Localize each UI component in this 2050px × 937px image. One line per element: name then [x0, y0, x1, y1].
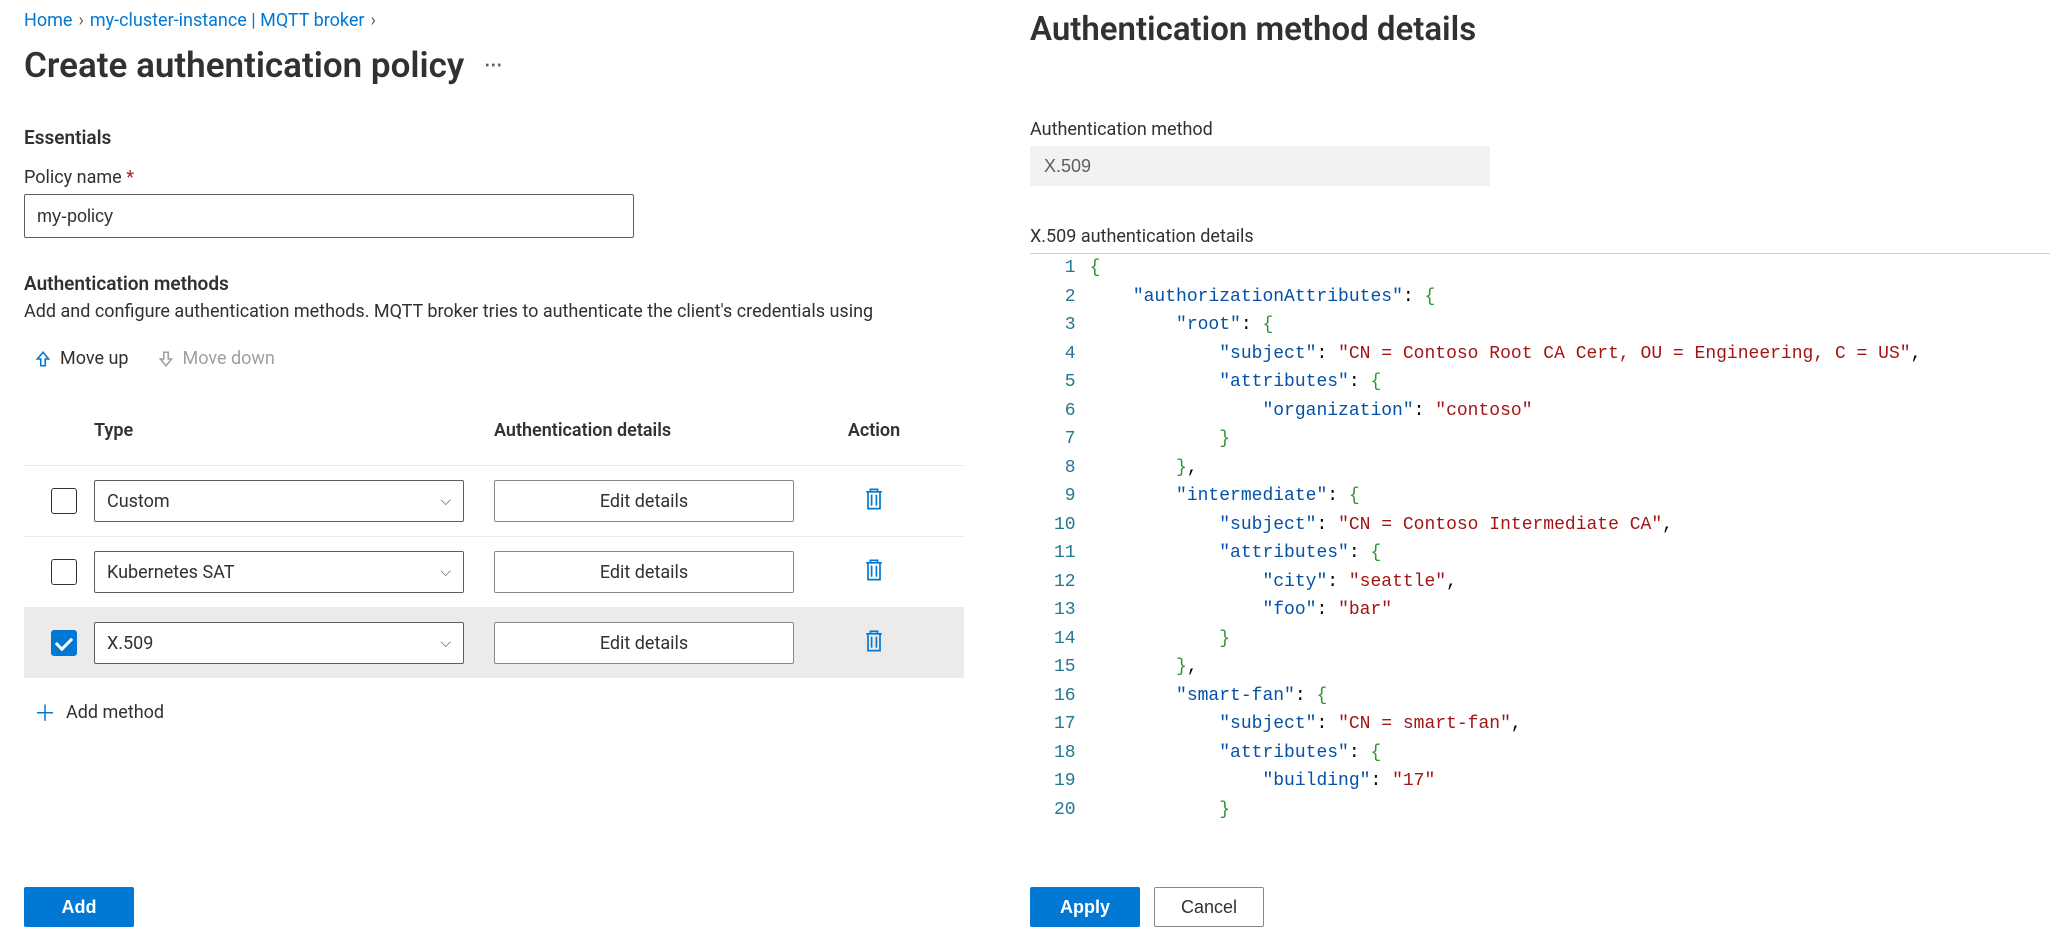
editor-code[interactable]: { "authorizationAttributes": { "root": {…: [1090, 254, 1962, 824]
col-header-action: Action: [814, 420, 934, 441]
auth-method-input: [1030, 146, 1490, 186]
grid-header: Type Authentication details Action: [24, 395, 964, 465]
right-pane-title: Authentication method details: [1030, 10, 2050, 49]
arrow-up-icon: [34, 350, 52, 368]
type-select[interactable]: X.509 ⌵: [94, 622, 464, 664]
table-row[interactable]: Kubernetes SAT ⌵ Edit details: [24, 536, 964, 607]
json-editor[interactable]: 1 2 3 4 5 6 7 8 9 10 11 12 13 14 15 16 1…: [1030, 253, 2050, 824]
col-header-type: Type: [94, 420, 494, 441]
auth-methods-heading: Authentication methods: [24, 272, 990, 295]
cancel-button[interactable]: Cancel: [1154, 887, 1264, 927]
edit-details-button[interactable]: Edit details: [494, 551, 794, 593]
breadcrumb-home[interactable]: Home: [24, 10, 72, 31]
chevron-down-icon: ⌵: [440, 493, 451, 509]
row-checkbox[interactable]: [51, 630, 77, 656]
auth-methods-helper: Add and configure authentication methods…: [24, 301, 990, 322]
page-title-text: Create authentication policy: [24, 45, 464, 86]
editor-gutter: 1 2 3 4 5 6 7 8 9 10 11 12 13 14 15 16 1…: [1030, 254, 1090, 824]
type-select[interactable]: Custom ⌵: [94, 480, 464, 522]
chevron-down-icon: ⌵: [440, 564, 451, 580]
edit-details-button[interactable]: Edit details: [494, 622, 794, 664]
move-down-label: Move down: [183, 348, 275, 369]
arrow-down-icon: [157, 350, 175, 368]
more-actions-button[interactable]: ⋯: [484, 55, 504, 76]
page-title: Create authentication policy ⋯: [24, 45, 990, 86]
row-checkbox[interactable]: [51, 488, 77, 514]
auth-methods-grid: Type Authentication details Action Custo…: [24, 395, 964, 678]
delete-row-button[interactable]: [863, 629, 885, 657]
auth-method-field: Authentication method: [1030, 119, 2050, 186]
add-button[interactable]: Add: [24, 887, 134, 927]
x509-details-label: X.509 authentication details: [1030, 226, 2050, 247]
right-footer: Apply Cancel: [1030, 887, 1264, 927]
type-select[interactable]: Kubernetes SAT ⌵: [94, 551, 464, 593]
plus-icon: ＋: [34, 696, 56, 728]
add-method-label: Add method: [66, 702, 164, 723]
edit-details-button[interactable]: Edit details: [494, 480, 794, 522]
breadcrumb: Home › my-cluster-instance | MQTT broker…: [24, 10, 990, 31]
table-row[interactable]: Custom ⌵ Edit details: [24, 465, 964, 536]
policy-name-input[interactable]: [24, 194, 634, 238]
breadcrumb-cluster[interactable]: my-cluster-instance | MQTT broker: [90, 10, 365, 31]
type-select-value: Kubernetes SAT: [107, 562, 234, 583]
policy-name-label-text: Policy name: [24, 167, 122, 188]
required-asterisk: *: [126, 167, 134, 188]
policy-name-label: Policy name *: [24, 167, 990, 188]
move-down-button[interactable]: Move down: [157, 348, 275, 369]
delete-row-button[interactable]: [863, 487, 885, 515]
move-up-label: Move up: [60, 348, 129, 369]
chevron-right-icon: ›: [371, 10, 376, 31]
auth-method-label: Authentication method: [1030, 119, 2050, 140]
row-checkbox[interactable]: [51, 559, 77, 585]
col-header-details: Authentication details: [494, 420, 814, 441]
chevron-down-icon: ⌵: [440, 635, 451, 651]
left-footer: Add: [24, 887, 134, 927]
apply-button[interactable]: Apply: [1030, 887, 1140, 927]
add-method-button[interactable]: ＋ Add method: [24, 696, 990, 728]
command-bar: Move up Move down: [24, 340, 990, 375]
table-row[interactable]: X.509 ⌵ Edit details: [24, 607, 964, 678]
chevron-right-icon: ›: [78, 10, 83, 31]
type-select-value: X.509: [107, 633, 153, 654]
left-pane: Home › my-cluster-instance | MQTT broker…: [0, 0, 990, 937]
type-select-value: Custom: [107, 491, 170, 512]
move-up-button[interactable]: Move up: [34, 348, 129, 369]
essentials-heading: Essentials: [24, 126, 990, 149]
delete-row-button[interactable]: [863, 558, 885, 586]
right-pane: Authentication method details Authentica…: [990, 0, 2050, 937]
